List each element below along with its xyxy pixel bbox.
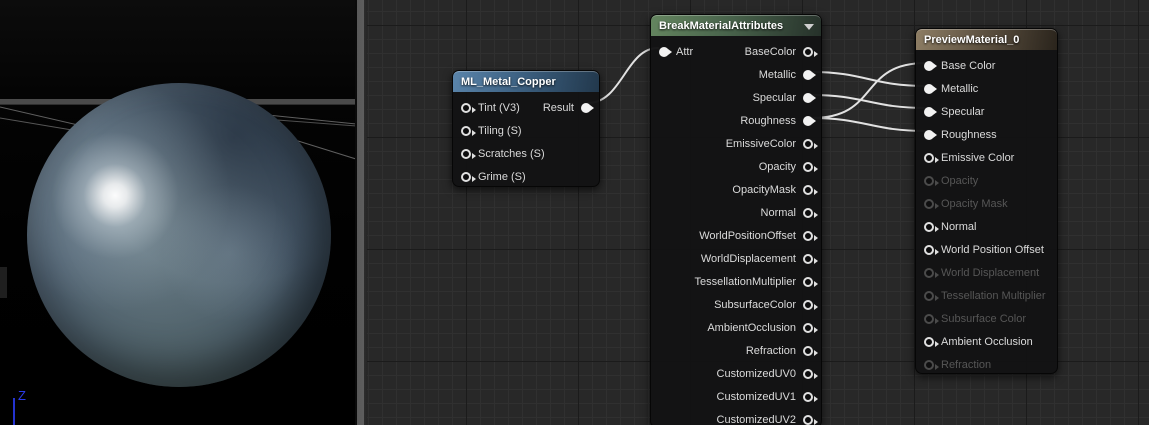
pin-row: Metallic <box>916 77 1057 100</box>
background-panel-edge <box>0 267 7 298</box>
pin-row: Refraction <box>651 339 821 362</box>
z-axis-line <box>13 398 15 425</box>
node-title[interactable]: BreakMaterialAttributes <box>651 15 821 36</box>
output-pin[interactable] <box>803 391 818 402</box>
pin-row: OpacityMask <box>651 178 821 201</box>
input-pin[interactable] <box>659 46 672 57</box>
output-pin[interactable] <box>803 161 818 172</box>
pin-row: Metallic <box>651 63 821 86</box>
input-pin[interactable] <box>924 313 939 324</box>
input-pin[interactable] <box>924 83 937 94</box>
pin-row: Tessellation Multiplier <box>916 284 1057 307</box>
pin-row: World Displacement <box>916 261 1057 284</box>
output-pin[interactable] <box>803 138 818 149</box>
output-pin[interactable] <box>803 276 818 287</box>
input-pin[interactable] <box>924 60 937 71</box>
output-pin[interactable] <box>803 299 818 310</box>
output-pin[interactable] <box>803 46 818 57</box>
input-pin[interactable] <box>461 102 476 113</box>
preview-sphere <box>27 83 331 387</box>
pin-row: Ambient Occlusion <box>916 330 1057 353</box>
input-pin[interactable] <box>461 171 476 182</box>
pin-row: Tint (V3) Result <box>453 96 599 119</box>
output-pin[interactable] <box>803 414 818 425</box>
node-title[interactable]: PreviewMaterial_0 <box>916 29 1057 50</box>
pin-row: Opacity <box>651 155 821 178</box>
pin-row: Roughness <box>916 123 1057 146</box>
node-ml-metal-copper[interactable]: ML_Metal_Copper Tint (V3) Result Tiling … <box>452 70 600 187</box>
pin-row: Normal <box>916 215 1057 238</box>
pin-row: WorldPositionOffset <box>651 224 821 247</box>
z-axis-label: Z <box>18 388 26 403</box>
output-pin[interactable] <box>803 69 816 80</box>
output-pin[interactable] <box>803 345 818 356</box>
output-pin[interactable] <box>581 102 594 113</box>
input-pin[interactable] <box>924 198 939 209</box>
output-pin[interactable] <box>803 207 818 218</box>
input-pin[interactable] <box>924 152 939 163</box>
output-pin[interactable] <box>803 92 816 103</box>
pin-row: Emissive Color <box>916 146 1057 169</box>
pin-row: CustomizedUV2 <box>651 408 821 425</box>
input-pin[interactable] <box>461 125 476 136</box>
pin-row: Attr BaseColor <box>651 40 821 63</box>
material-preview-viewport[interactable]: Z <box>0 0 355 425</box>
panel-splitter[interactable] <box>355 0 367 425</box>
chevron-down-icon[interactable] <box>804 24 814 30</box>
pin-row: Specular <box>916 100 1057 123</box>
pin-row: Tiling (S) <box>453 119 599 142</box>
input-pin[interactable] <box>924 336 939 347</box>
input-pin[interactable] <box>924 244 939 255</box>
pin-row: Roughness <box>651 109 821 132</box>
input-pin[interactable] <box>924 267 939 278</box>
input-pin[interactable] <box>924 290 939 301</box>
output-pin[interactable] <box>803 184 818 195</box>
pin-row: Subsurface Color <box>916 307 1057 330</box>
input-pin[interactable] <box>461 148 476 159</box>
output-pin[interactable] <box>803 368 818 379</box>
input-pin[interactable] <box>924 175 939 186</box>
pin-row: EmissiveColor <box>651 132 821 155</box>
output-pin[interactable] <box>803 322 818 333</box>
pin-row: Opacity Mask <box>916 192 1057 215</box>
node-title[interactable]: ML_Metal_Copper <box>453 71 599 92</box>
axis-gizmo: Z <box>10 388 50 425</box>
pin-row: AmbientOcclusion <box>651 316 821 339</box>
pin-row: CustomizedUV0 <box>651 362 821 385</box>
pin-row: TessellationMultiplier <box>651 270 821 293</box>
pin-row: World Position Offset <box>916 238 1057 261</box>
node-preview-material[interactable]: PreviewMaterial_0 Base Color Metallic Sp… <box>915 28 1058 374</box>
pin-row: Specular <box>651 86 821 109</box>
output-pin[interactable] <box>803 115 816 126</box>
pin-row: Grime (S) <box>453 165 599 188</box>
output-pin[interactable] <box>803 253 818 264</box>
input-pin[interactable] <box>924 221 939 232</box>
pin-row: Refraction <box>916 353 1057 376</box>
pin-row: Scratches (S) <box>453 142 599 165</box>
node-break-material-attributes[interactable]: BreakMaterialAttributes Attr BaseColor M… <box>650 14 822 425</box>
pin-row: Base Color <box>916 54 1057 77</box>
pin-row: CustomizedUV1 <box>651 385 821 408</box>
pin-row: Normal <box>651 201 821 224</box>
pin-row: SubsurfaceColor <box>651 293 821 316</box>
pin-row: WorldDisplacement <box>651 247 821 270</box>
output-pin[interactable] <box>803 230 818 241</box>
pin-row: Opacity <box>916 169 1057 192</box>
input-pin[interactable] <box>924 129 937 140</box>
input-pin[interactable] <box>924 359 939 370</box>
input-pin[interactable] <box>924 106 937 117</box>
